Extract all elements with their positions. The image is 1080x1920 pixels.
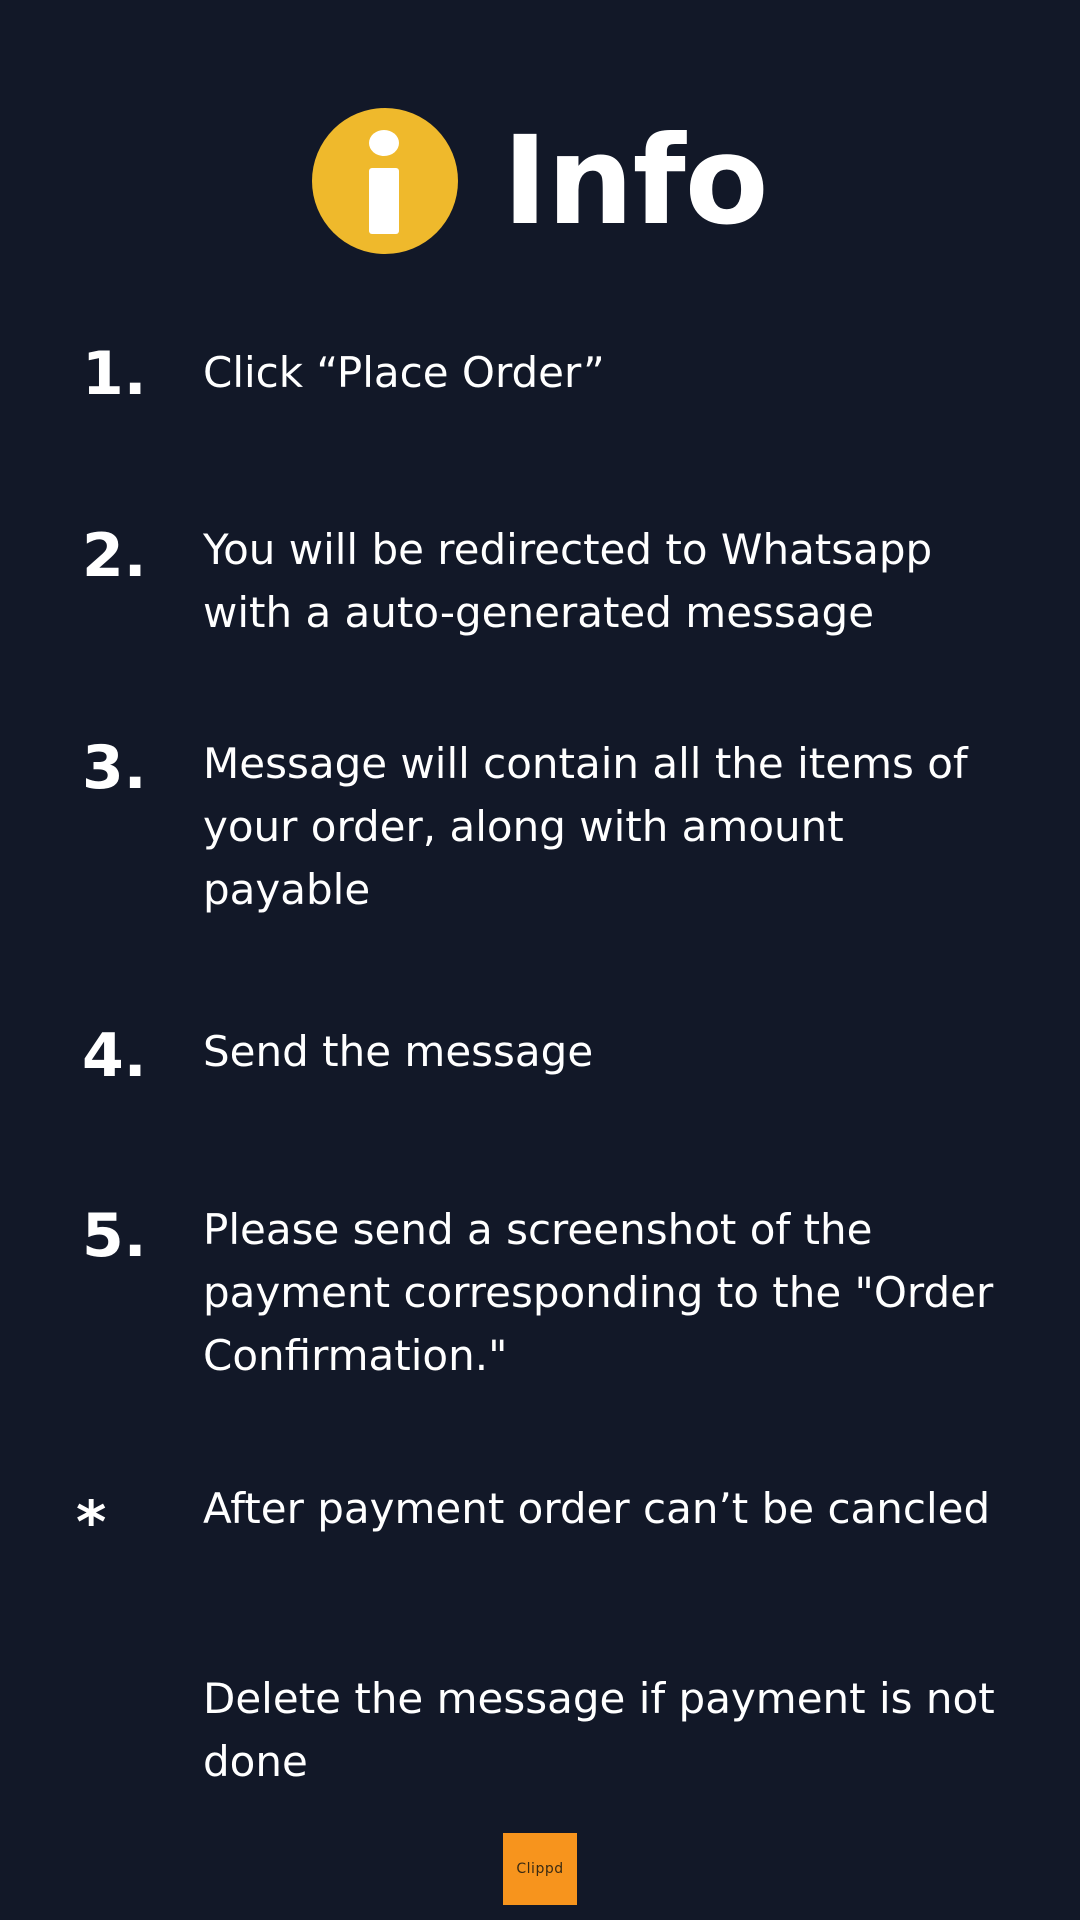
step-number: 2. <box>82 521 147 591</box>
info-icon <box>312 108 459 254</box>
clippd-watermark: Clippd <box>503 1833 577 1905</box>
step-text: Click “Place Order” <box>203 348 605 397</box>
page-header: Info <box>0 108 1080 254</box>
step-text: Please send a screenshot of the payment … <box>203 1205 994 1380</box>
note-text-cancel: After payment order can’t be cancled <box>203 1484 991 1533</box>
step-text: Message will contain all the items of yo… <box>203 739 968 914</box>
step-number: 1. <box>82 339 147 409</box>
watermark-text: Clippd <box>516 1861 564 1877</box>
info-icon-dot <box>369 130 400 156</box>
step-number: 4. <box>82 1021 147 1091</box>
page-title: Info <box>502 110 768 252</box>
step-text: Send the message <box>203 1027 594 1076</box>
info-icon-stem <box>369 168 400 234</box>
note-text-delete: Delete the message if payment is not don… <box>203 1674 995 1786</box>
step-text: You will be redirected to Whatsapp with … <box>203 525 933 637</box>
note-asterisk: * <box>76 1488 107 1556</box>
step-number: 5. <box>82 1201 147 1271</box>
step-number: 3. <box>82 733 147 803</box>
